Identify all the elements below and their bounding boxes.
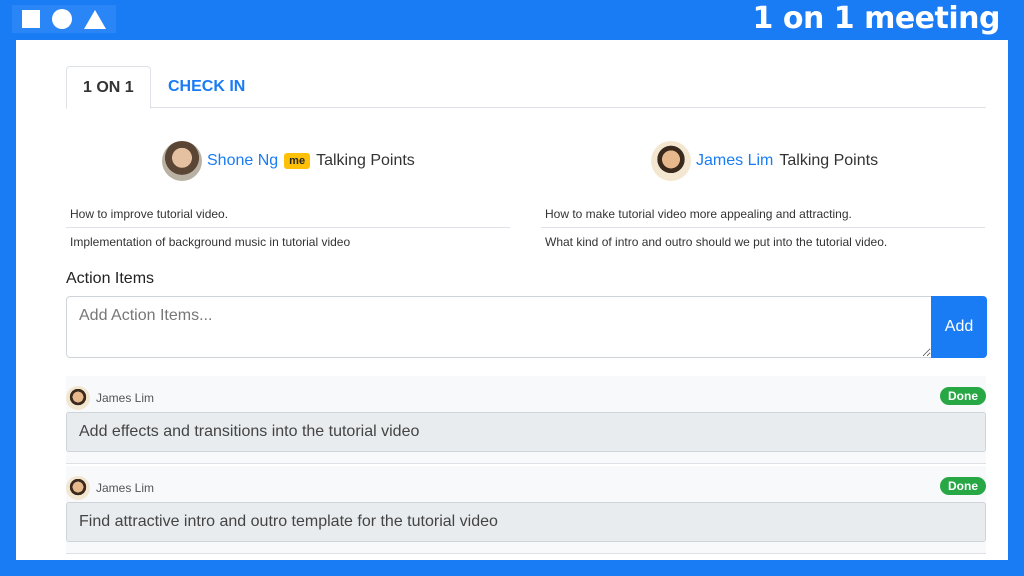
list-item: How to make tutorial video more appealin… <box>541 200 985 228</box>
talking-points-label: Talking Points <box>316 152 415 169</box>
action-item-text[interactable]: Add effects and transitions into the tut… <box>66 412 986 452</box>
status-badge[interactable]: Done <box>940 387 986 405</box>
status-badge[interactable]: Done <box>940 477 986 495</box>
tab-1-on-1[interactable]: 1 ON 1 <box>66 66 151 109</box>
me-badge: me <box>284 153 311 169</box>
avatar <box>651 141 691 181</box>
circle-icon <box>52 9 72 29</box>
action-item-card: James Lim Done Add effects and transitio… <box>66 376 986 464</box>
list-item: Implementation of background music in tu… <box>70 235 351 249</box>
square-icon <box>22 10 40 28</box>
action-item-text[interactable]: Find attractive intro and outro template… <box>66 502 986 542</box>
tab-bar: 1 ON 1 CHECK IN <box>66 66 986 109</box>
action-item-input[interactable] <box>66 296 932 358</box>
top-bar: 1 on 1 meeting <box>0 0 1024 40</box>
action-items-heading: Action Items <box>66 270 155 287</box>
tab-check-in[interactable]: CHECK IN <box>152 66 261 108</box>
talking-points-label: Talking Points <box>779 152 879 169</box>
person-name-link[interactable]: James Lim <box>696 152 773 170</box>
talking-points-header-james: James Lim Talking Points <box>651 140 878 182</box>
triangle-icon <box>84 9 106 29</box>
meeting-panel: 1 ON 1 CHECK IN Shone Ng me Talking Poin… <box>16 40 1008 560</box>
action-item-card: James Lim Done Find attractive intro and… <box>66 466 986 554</box>
talking-points-list-james: How to make tutorial video more appealin… <box>541 200 985 256</box>
owner-name: James Lim <box>96 391 155 405</box>
avatar <box>162 141 202 181</box>
avatar <box>66 476 90 500</box>
list-item: What kind of intro and outro should we p… <box>545 235 888 249</box>
brand-shapes <box>12 5 116 33</box>
add-action-button[interactable]: Add <box>931 296 987 358</box>
owner-name: James Lim <box>96 481 155 495</box>
talking-points-list-shone: How to improve tutorial video. Implement… <box>66 200 510 256</box>
talking-points-header-shone: Shone Ng me Talking Points <box>162 140 415 182</box>
action-owner: James Lim <box>66 386 154 410</box>
page-title: 1 on 1 meeting <box>752 1 1001 36</box>
person-name-link[interactable]: Shone Ng <box>207 152 278 170</box>
list-item: How to improve tutorial video. <box>66 200 510 228</box>
avatar <box>66 386 90 410</box>
action-owner: James Lim <box>66 476 154 500</box>
